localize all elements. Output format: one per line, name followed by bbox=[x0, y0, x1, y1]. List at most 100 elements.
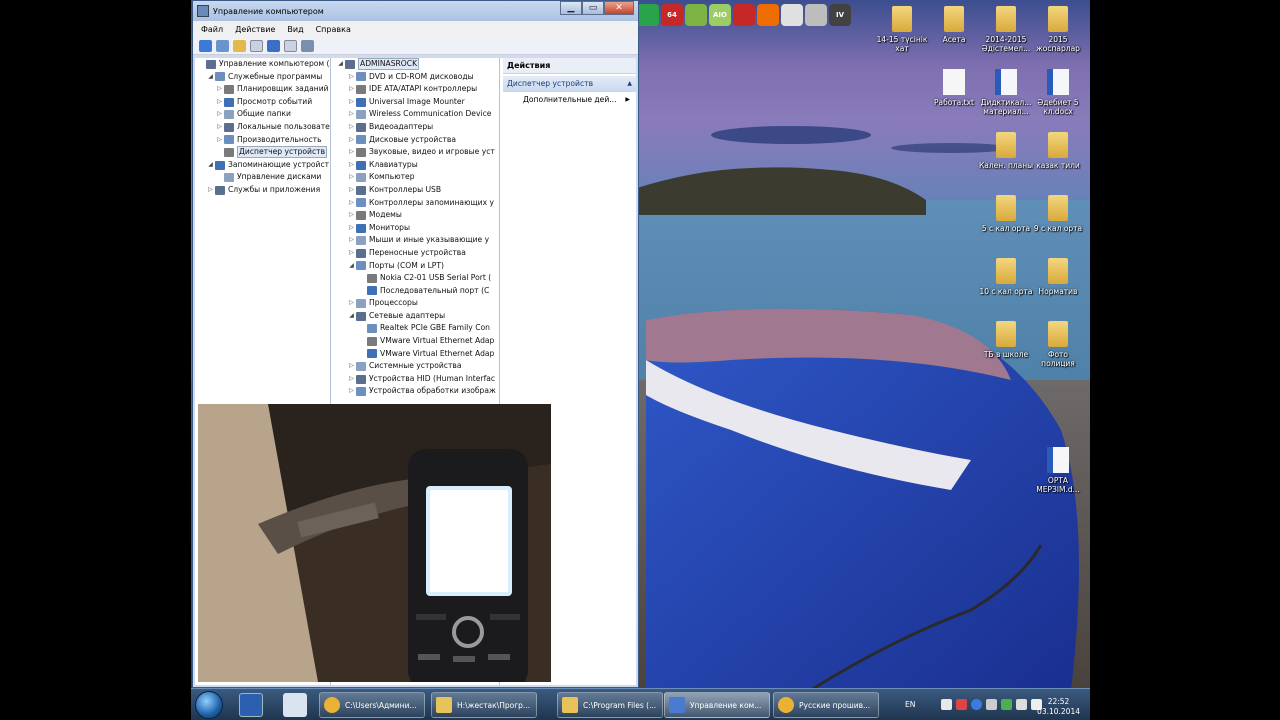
expander-icon[interactable]: ▷ bbox=[347, 247, 356, 260]
desktop-icon[interactable]: Кален. планы bbox=[978, 132, 1034, 170]
language-indicator[interactable]: EN bbox=[905, 700, 915, 709]
flag-icon[interactable] bbox=[1001, 699, 1012, 710]
tree-row[interactable]: Последовательный порт (C bbox=[334, 285, 499, 298]
start-button[interactable] bbox=[195, 691, 223, 719]
taskbar-button[interactable]: C:\Users\Админи... bbox=[319, 692, 425, 718]
up-folder-icon[interactable] bbox=[233, 39, 246, 52]
help-icon[interactable] bbox=[267, 39, 280, 52]
quick-launch-icon[interactable] bbox=[685, 4, 707, 26]
expander-icon[interactable]: ▷ bbox=[347, 373, 356, 386]
forward-arrow-icon[interactable] bbox=[216, 39, 229, 52]
properties-icon[interactable] bbox=[284, 39, 297, 52]
usb-device-icon[interactable] bbox=[986, 699, 997, 710]
taskbar-button[interactable]: Русские прошив... bbox=[773, 692, 879, 718]
tree-row[interactable]: ▷ Устройства обработки изображ bbox=[334, 385, 499, 398]
expander-icon[interactable]: ▷ bbox=[347, 121, 356, 134]
tree-row[interactable]: ▷ Устройства HID (Human Interfac bbox=[334, 373, 499, 386]
expander-icon[interactable]: ▷ bbox=[215, 134, 224, 147]
more-actions-item[interactable]: Дополнительные дей... bbox=[503, 92, 636, 107]
tree-row[interactable]: ▷ Мыши и иные указывающие у bbox=[334, 234, 499, 247]
expander-icon[interactable]: ▷ bbox=[347, 159, 356, 172]
scan-hardware-icon[interactable] bbox=[301, 39, 314, 52]
desktop-icon[interactable]: 5 с кал орта bbox=[978, 195, 1034, 233]
desktop-icon[interactable]: казак тили bbox=[1030, 132, 1086, 170]
desktop-icon[interactable]: 10 с кал орта bbox=[978, 258, 1034, 296]
quick-launch-icon[interactable]: IV bbox=[829, 4, 851, 26]
expander-icon[interactable]: ▷ bbox=[347, 184, 356, 197]
tree-row[interactable]: ▷ Модемы bbox=[334, 209, 499, 222]
quick-launch-icon[interactable] bbox=[637, 4, 659, 26]
expander-icon[interactable]: ◢ bbox=[347, 260, 356, 273]
tree-row[interactable]: Nokia C2-01 USB Serial Port ( bbox=[334, 272, 499, 285]
tree-row[interactable]: VMware Virtual Ethernet Adap bbox=[334, 335, 499, 348]
desktop-icon[interactable]: Асета bbox=[926, 6, 982, 44]
expander-icon[interactable]: ▷ bbox=[347, 134, 356, 147]
tree-row[interactable]: ▷ Мониторы bbox=[334, 222, 499, 235]
expander-icon[interactable]: ▷ bbox=[347, 71, 356, 84]
menu-action[interactable]: Действие bbox=[235, 25, 275, 34]
expander-icon[interactable]: ▷ bbox=[215, 96, 224, 109]
tree-row[interactable]: ▷ Видеоадаптеры bbox=[334, 121, 499, 134]
tree-row[interactable]: ▷ Системные устройства bbox=[334, 360, 499, 373]
taskbar-button[interactable]: C:\Program Files (... bbox=[557, 692, 663, 718]
taskbar-button[interactable]: H:\жестак\Прогр... bbox=[431, 692, 537, 718]
expander-icon[interactable]: ▷ bbox=[347, 360, 356, 373]
clock[interactable]: 22:52 03.10.2014 bbox=[1037, 697, 1080, 717]
tree-row[interactable]: ▷ Службы и приложения bbox=[195, 184, 330, 197]
show-hide-tree-icon[interactable] bbox=[250, 39, 263, 52]
quick-launch-icon[interactable] bbox=[757, 4, 779, 26]
tree-row[interactable]: ▷ Производительность bbox=[195, 134, 330, 147]
desktop-icon[interactable]: Норматив bbox=[1030, 258, 1086, 296]
expander-icon[interactable]: ▷ bbox=[206, 184, 215, 197]
desktop-icon[interactable]: Работа.txt bbox=[926, 69, 982, 107]
expander-icon[interactable]: ▷ bbox=[347, 234, 356, 247]
expander-icon[interactable]: ▷ bbox=[347, 171, 356, 184]
floppy-save-icon[interactable] bbox=[239, 693, 263, 717]
desktop-icon[interactable]: 9 с кал орта bbox=[1030, 195, 1086, 233]
quick-launch-icon[interactable] bbox=[733, 4, 755, 26]
quick-launch-icon[interactable] bbox=[805, 4, 827, 26]
tree-row[interactable]: ▷ Общие папки bbox=[195, 108, 330, 121]
desktop-icon[interactable]: Дидктикал... материал... bbox=[978, 69, 1034, 116]
bluetooth-icon[interactable] bbox=[971, 699, 982, 710]
tree-row[interactable]: ◢ Запоминающие устройст bbox=[195, 159, 330, 172]
expander-icon[interactable]: ▷ bbox=[347, 222, 356, 235]
tree-row[interactable]: ▷ Компьютер bbox=[334, 171, 499, 184]
expander-icon[interactable]: ◢ bbox=[206, 159, 215, 172]
maximize-button[interactable]: ▭ bbox=[582, 1, 604, 15]
tree-row[interactable]: ▷ Universal Image Mounter bbox=[334, 96, 499, 109]
desktop-icon[interactable]: 2015 жоспарлар bbox=[1030, 6, 1086, 53]
expander-icon[interactable]: ▷ bbox=[347, 385, 356, 398]
desktop-icon[interactable]: ТБ в школе bbox=[978, 321, 1034, 359]
tree-row[interactable]: ▷ Переносные устройства bbox=[334, 247, 499, 260]
tree-row[interactable]: ◢ Порты (COM и LPT) bbox=[334, 260, 499, 273]
desktop-icon[interactable]: ОРТА МЕРЗІМ.d... bbox=[1030, 447, 1086, 494]
taskbar-button[interactable]: Управление ком... bbox=[664, 692, 770, 718]
tree-row[interactable]: Управление дисками bbox=[195, 171, 330, 184]
desktop-icon[interactable]: Әдебиет 5 кл.docx bbox=[1030, 69, 1086, 116]
expander-icon[interactable]: ▷ bbox=[347, 146, 356, 159]
quick-launch-icon[interactable] bbox=[781, 4, 803, 26]
back-arrow-icon[interactable] bbox=[199, 39, 212, 52]
expander-icon[interactable]: ▷ bbox=[215, 83, 224, 96]
expander-icon[interactable]: ▷ bbox=[347, 83, 356, 96]
tree-row[interactable]: ▷ Локальные пользовате bbox=[195, 121, 330, 134]
tree-row[interactable]: Realtek PCIe GBE Family Con bbox=[334, 322, 499, 335]
tree-row[interactable]: ▷ Процессоры bbox=[334, 297, 499, 310]
expander-icon[interactable]: ▷ bbox=[347, 297, 356, 310]
tree-row[interactable]: ▷ Планировщик заданий bbox=[195, 83, 330, 96]
desktop-icon[interactable]: 14-15 түсінік хат bbox=[874, 6, 930, 53]
minimize-button[interactable]: ▁ bbox=[560, 1, 582, 15]
tree-row[interactable]: ◢ Сетевые адаптеры bbox=[334, 310, 499, 323]
menu-file[interactable]: Файл bbox=[201, 25, 223, 34]
actions-section[interactable]: Диспетчер устройств bbox=[503, 76, 636, 92]
expander-icon[interactable]: ◢ bbox=[336, 58, 345, 71]
tree-row[interactable]: VMware Virtual Ethernet Adap bbox=[334, 348, 499, 361]
network-icon[interactable] bbox=[1016, 699, 1027, 710]
tree-row[interactable]: ▷ IDE ATA/ATAPI контроллеры bbox=[334, 83, 499, 96]
expander-icon[interactable]: ▷ bbox=[215, 121, 224, 134]
tree-row[interactable]: Управление компьютером (л bbox=[195, 58, 330, 71]
expander-icon[interactable]: ▷ bbox=[347, 108, 356, 121]
tree-row[interactable]: ▷ Дисковые устройства bbox=[334, 134, 499, 147]
expander-icon[interactable]: ◢ bbox=[206, 71, 215, 84]
